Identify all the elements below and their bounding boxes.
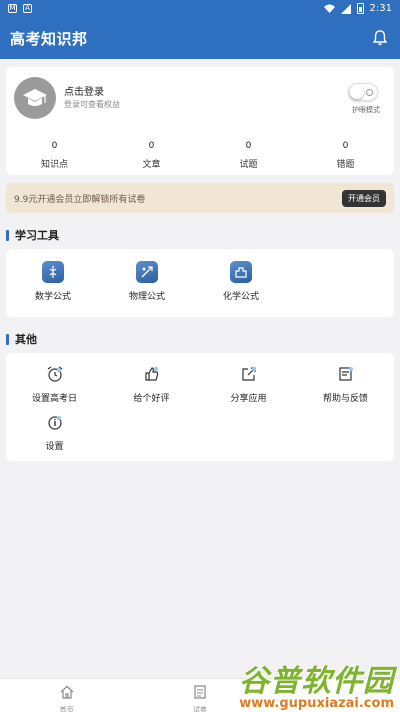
vip-banner[interactable]: 9.9元开通会员立即解锁所有试卷 开通会员 [6,183,394,213]
login-link[interactable]: 点击登录 [64,83,104,98]
other-label: 帮助与反馈 [322,394,368,404]
physics-formula-icon [136,261,158,283]
rate-app-item[interactable]: 给个好评 [103,365,200,411]
avatar[interactable] [14,77,56,119]
status-bar: M A 2:31 [0,0,400,17]
other-label: 设置 [45,442,64,452]
stat-value: 0 [245,141,252,151]
settings-item[interactable]: 设置 [6,413,103,459]
help-feedback-item[interactable]: 帮助与反馈 [297,365,394,411]
tool-label: 数学公式 [34,292,71,302]
watermark: 谷普软件园 www.gupuxiazai.com [214,656,394,711]
eye-mode-label: 护眼模式 [352,106,380,114]
app-bar: 高考知识邦 [0,17,400,59]
stat-label: 试题 [239,160,258,170]
stat-label: 文章 [142,160,161,170]
eye-mode-toggle[interactable] [348,83,378,101]
app-title: 高考知识邦 [10,29,88,48]
stat-articles[interactable]: 0 文章 [103,141,200,170]
section-title-text: 其他 [15,333,37,346]
status-time: 2:31 [369,3,392,14]
notification-m-icon: M [8,4,17,13]
stat-label: 错题 [336,160,355,170]
other-card: 设置高考日 给个好评 分享应用 帮助与反馈 设置 [6,353,394,461]
tool-chemistry-formula[interactable]: 化学公式 [194,261,288,317]
section-title-text: 学习工具 [15,229,59,242]
wifi-icon [323,4,335,13]
bell-icon[interactable] [370,28,390,48]
battery-icon [356,3,364,14]
section-title-tools: 学习工具 [6,227,394,243]
login-subtitle: 登录可查看权益 [64,100,120,109]
stat-value: 0 [342,141,349,151]
profile-card: 点击登录 登录可查看权益 护眼模式 0 知识点 0 文章 0 试题 0 错题 [6,67,394,175]
tool-label: 化学公式 [222,292,259,302]
alarm-clock-icon [47,366,62,382]
stat-wrong-questions[interactable]: 0 错题 [297,141,394,170]
open-vip-button[interactable]: 开通会员 [342,189,386,207]
other-label: 设置高考日 [31,394,77,404]
notification-a-icon: A [23,4,32,13]
nav-label: 首页 [59,706,74,712]
nav-home[interactable]: 首页 [0,679,133,712]
signal-icon [340,3,351,14]
chemistry-formula-icon [230,261,252,283]
tool-label: 物理公式 [128,292,165,302]
stat-value: 0 [51,141,58,151]
info-icon [47,415,62,430]
section-marker [6,333,9,345]
tool-math-formula[interactable]: 数学公式 [6,261,100,317]
other-label: 分享应用 [230,394,267,404]
graduation-cap-icon [23,89,47,106]
stat-value: 0 [148,141,155,151]
section-marker [6,229,9,241]
other-label: 给个好评 [133,394,170,404]
vip-text: 9.9元开通会员立即解锁所有试卷 [14,194,146,205]
document-icon [194,685,206,699]
section-title-other: 其他 [6,331,394,347]
stats-row: 0 知识点 0 文章 0 试题 0 错题 [6,141,394,170]
tool-physics-formula[interactable]: 物理公式 [100,261,194,317]
stat-questions[interactable]: 0 试题 [200,141,297,170]
math-formula-icon [42,261,64,283]
share-app-item[interactable]: 分享应用 [200,365,297,411]
thumbs-up-icon [144,366,158,381]
watermark-url: www.gupuxiazai.com [239,696,394,711]
set-exam-day-item[interactable]: 设置高考日 [6,365,103,411]
home-icon [60,685,74,699]
watermark-title: 谷普软件园 [239,664,394,699]
share-icon [241,366,256,381]
feedback-icon [338,366,353,381]
stat-label: 知识点 [40,160,68,170]
stat-knowledge-points[interactable]: 0 知识点 [6,141,103,170]
tools-card: 数学公式 物理公式 化学公式 [6,249,394,317]
